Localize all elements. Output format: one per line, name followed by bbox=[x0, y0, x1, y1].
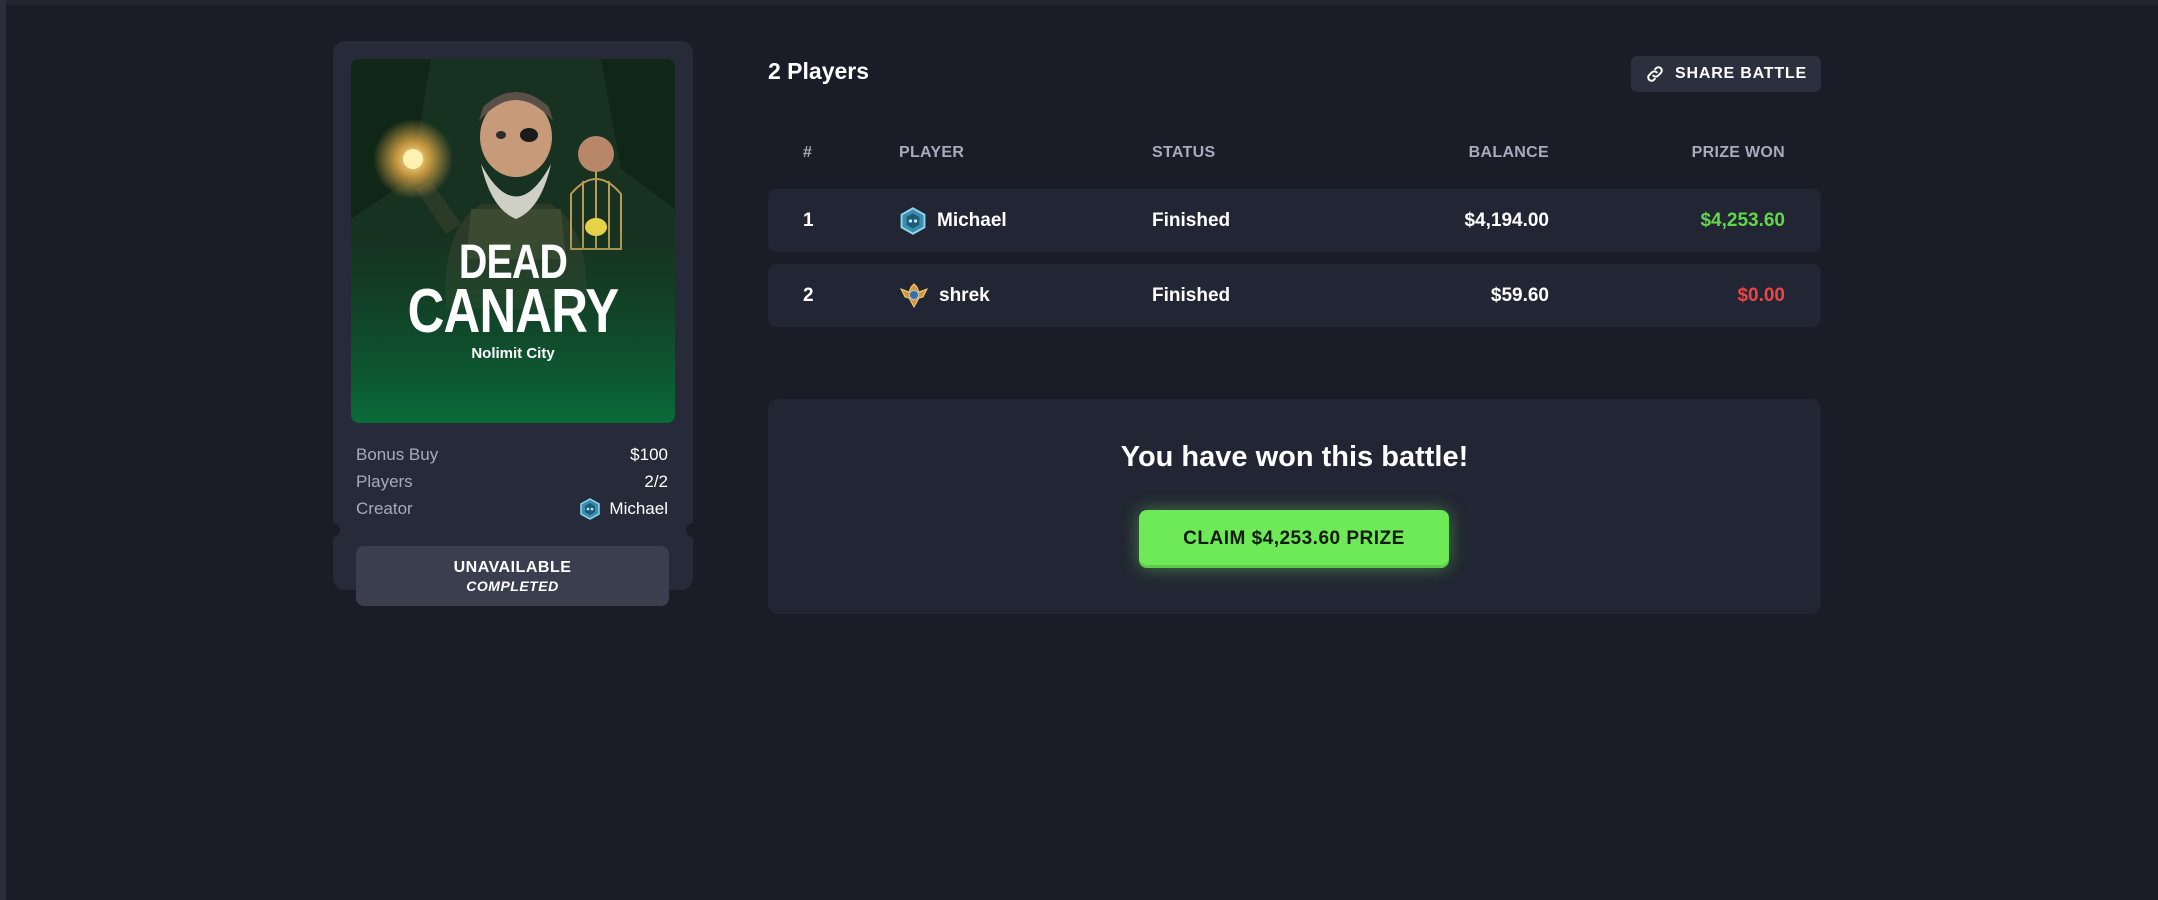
card-notch-left bbox=[326, 523, 340, 537]
share-battle-button[interactable]: SHARE BATTLE bbox=[1631, 56, 1821, 92]
bonus-buy-value: $100 bbox=[630, 445, 668, 464]
slot-thumbnail[interactable]: DEAD CANARY Nolimit City bbox=[351, 59, 675, 423]
table-row: 2 shrek Finished $59.60 $0.00 bbox=[768, 264, 1821, 327]
players-label: Players bbox=[356, 472, 413, 491]
row-rank: 1 bbox=[803, 209, 814, 231]
card-notch-right bbox=[686, 523, 700, 537]
table-row: 1 Michael Finished $4,194.00 $4,253.60 bbox=[768, 189, 1821, 252]
player-name: shrek bbox=[939, 284, 990, 306]
left-sidebar-edge bbox=[0, 0, 6, 900]
row-player[interactable]: Michael bbox=[899, 189, 1007, 252]
slot-provider: Nolimit City bbox=[471, 345, 555, 362]
link-icon bbox=[1647, 66, 1663, 82]
players-count-title: 2 Players bbox=[768, 58, 870, 84]
battle-page: DEAD CANARY Nolimit City Bonus Buy $100 … bbox=[0, 0, 2158, 900]
bonus-buy-label: Bonus Buy bbox=[356, 445, 439, 464]
blue-hex-badge-icon bbox=[580, 498, 601, 520]
row-rank: 2 bbox=[803, 284, 814, 306]
players-value: 2/2 bbox=[644, 472, 668, 491]
row-player[interactable]: shrek bbox=[899, 264, 990, 327]
battle-result-panel: You have won this battle! CLAIM $4,253.6… bbox=[768, 399, 1821, 614]
creator-value[interactable]: Michael bbox=[579, 498, 668, 520]
top-border bbox=[0, 0, 2158, 5]
row-status: Finished bbox=[1152, 284, 1231, 306]
column-header-rank: # bbox=[803, 144, 813, 161]
creator-row: Creator Michael bbox=[356, 497, 668, 521]
bonus-buy-row: Bonus Buy $100 bbox=[356, 443, 668, 467]
gold-wing-badge-icon bbox=[899, 282, 929, 308]
creator-name: Michael bbox=[609, 499, 668, 518]
row-balance: $4,194.00 bbox=[1464, 209, 1549, 231]
row-status: Finished bbox=[1152, 209, 1231, 231]
slot-card: DEAD CANARY Nolimit City Bonus Buy $100 … bbox=[326, 41, 700, 606]
column-header-balance: BALANCE bbox=[1468, 144, 1549, 161]
column-header-prize: PRIZE WON bbox=[1691, 144, 1785, 161]
result-title: You have won this battle! bbox=[1120, 441, 1469, 473]
column-header-player: PLAYER bbox=[899, 144, 965, 161]
status-line1: UNAVAILABLE bbox=[453, 558, 572, 576]
status-line2: COMPLETED bbox=[466, 577, 559, 594]
player-name: Michael bbox=[937, 209, 1007, 231]
players-row: Players 2/2 bbox=[356, 470, 668, 494]
column-header-status: STATUS bbox=[1152, 144, 1216, 161]
row-prize: $4,253.60 bbox=[1700, 209, 1785, 231]
row-balance: $59.60 bbox=[1490, 284, 1549, 306]
share-battle-label: SHARE BATTLE bbox=[1675, 65, 1807, 82]
row-prize: $0.00 bbox=[1737, 284, 1785, 306]
battle-status-button[interactable]: UNAVAILABLE COMPLETED bbox=[356, 546, 669, 606]
slot-title-line2: CANARY bbox=[407, 277, 620, 346]
creator-label: Creator bbox=[356, 499, 413, 518]
blue-hex-badge-icon bbox=[900, 206, 926, 235]
claim-prize-button[interactable]: CLAIM $4,253.60 PRIZE bbox=[1139, 510, 1449, 568]
